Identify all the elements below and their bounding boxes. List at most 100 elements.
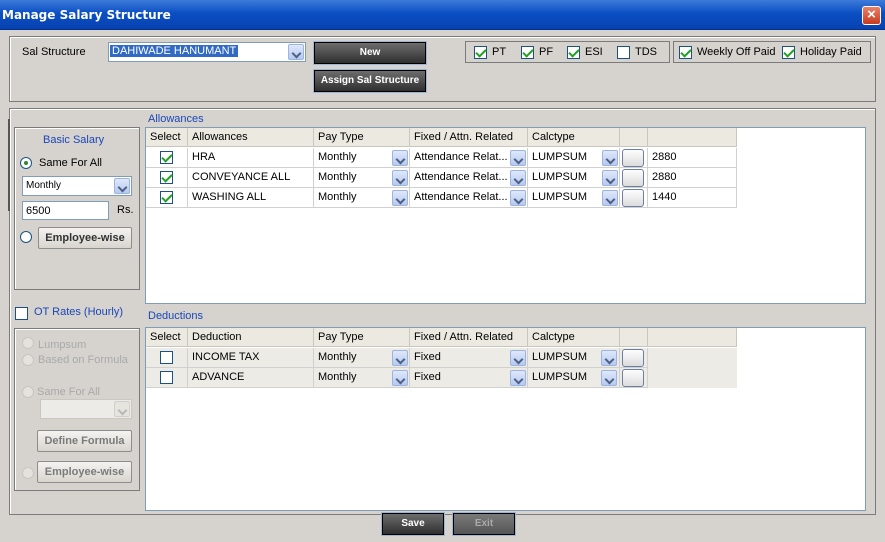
define-formula-button[interactable]: Define Formula: [37, 430, 132, 452]
esi-checkbox[interactable]: [567, 46, 580, 59]
basic-unit-label: Rs.: [117, 204, 134, 216]
chevron-down-icon[interactable]: [392, 150, 408, 166]
holiday-paid-checkbox[interactable]: [782, 46, 795, 59]
weekly-off-paid-checkbox[interactable]: [679, 46, 692, 59]
fixed-cell[interactable]: Fixed: [410, 368, 528, 388]
ot-employee-wise-radio[interactable]: [22, 467, 34, 479]
column-header: Allowances: [188, 128, 314, 147]
calc-cell[interactable]: LUMPSUM: [528, 188, 620, 208]
chevron-down-icon[interactable]: [602, 150, 618, 166]
basic-frequency-value: Monthly: [26, 180, 62, 191]
basic-employee-wise-button[interactable]: Employee-wise: [38, 227, 132, 249]
chevron-down-icon[interactable]: [392, 350, 408, 366]
calc-cell[interactable]: LUMPSUM: [528, 168, 620, 188]
fixed-value: Fixed: [414, 371, 441, 383]
tds-checkbox[interactable]: [617, 46, 630, 59]
assign-sal-structure-button[interactable]: Assign Sal Structure: [313, 69, 427, 93]
basic-amount-value: 6500: [26, 205, 51, 217]
pay-type-value: Monthly: [318, 351, 357, 363]
new-button[interactable]: New: [313, 41, 427, 65]
save-button[interactable]: Save: [381, 512, 445, 536]
ot-rates-checkbox[interactable]: [15, 307, 28, 320]
row-select-checkbox[interactable]: [160, 371, 173, 384]
column-header: Deduction: [188, 328, 314, 347]
chevron-down-icon[interactable]: [114, 401, 130, 417]
select-cell: [146, 188, 188, 208]
chevron-down-icon[interactable]: [114, 178, 130, 194]
ot-rates-label: OT Rates (Hourly): [34, 306, 124, 318]
deductions-title: Deductions: [148, 310, 204, 322]
sal-structure-value: DAHIWADE HANUMANT: [110, 45, 239, 57]
ot-same-for-all-radio[interactable]: [22, 386, 34, 398]
amount-cell[interactable]: 2880: [648, 168, 737, 188]
table-row[interactable]: CONVEYANCE ALL Monthly Attendance Relat.…: [146, 168, 737, 188]
chevron-down-icon[interactable]: [392, 170, 408, 186]
basic-employee-wise-radio[interactable]: [20, 231, 32, 243]
tds-label: TDS: [635, 46, 657, 58]
ot-employee-wise-button[interactable]: Employee-wise: [37, 461, 132, 483]
chevron-down-icon[interactable]: [602, 170, 618, 186]
chevron-down-icon[interactable]: [510, 350, 526, 366]
ot-lumpsum-radio[interactable]: [22, 337, 34, 349]
row-detail-button[interactable]: [622, 169, 644, 187]
holiday-paid-label: Holiday Paid: [800, 46, 862, 58]
row-detail-button[interactable]: [622, 369, 644, 387]
fixed-cell[interactable]: Attendance Relat...: [410, 148, 528, 168]
ot-value-select[interactable]: [40, 399, 132, 419]
fixed-cell[interactable]: Attendance Relat...: [410, 168, 528, 188]
sal-structure-select[interactable]: DAHIWADE HANUMANT: [108, 42, 306, 62]
chevron-down-icon[interactable]: [602, 190, 618, 206]
chevron-down-icon[interactable]: [392, 190, 408, 206]
row-detail-button[interactable]: [622, 149, 644, 167]
pay-type-cell[interactable]: Monthly: [314, 168, 410, 188]
chevron-down-icon[interactable]: [510, 170, 526, 186]
calc-cell[interactable]: LUMPSUM: [528, 148, 620, 168]
ot-formula-radio[interactable]: [22, 354, 34, 366]
row-select-checkbox[interactable]: [160, 191, 173, 204]
table-row[interactable]: WASHING ALL Monthly Attendance Relat... …: [146, 188, 737, 208]
chevron-down-icon[interactable]: [288, 44, 304, 60]
row-detail-button[interactable]: [622, 349, 644, 367]
pt-checkbox[interactable]: [474, 46, 487, 59]
basic-same-for-all-radio[interactable]: [20, 157, 32, 169]
column-header: Pay Type: [314, 328, 410, 347]
calc-value: LUMPSUM: [532, 171, 588, 183]
chevron-down-icon[interactable]: [392, 370, 408, 386]
amount-cell[interactable]: 2880: [648, 148, 737, 168]
pay-type-cell[interactable]: Monthly: [314, 188, 410, 208]
fixed-cell[interactable]: Fixed: [410, 348, 528, 368]
ot-formula-label: Based on Formula: [38, 354, 128, 366]
table-row[interactable]: ADVANCE Monthly Fixed LUMPSUM: [146, 368, 737, 388]
esi-label: ESI: [585, 46, 603, 58]
close-icon: ×: [867, 6, 876, 23]
allowance-name: CONVEYANCE ALL: [188, 168, 314, 188]
pay-type-cell[interactable]: Monthly: [314, 348, 410, 368]
exit-button[interactable]: Exit: [452, 512, 516, 536]
table-row[interactable]: INCOME TAX Monthly Fixed LUMPSUM: [146, 348, 737, 368]
chevron-down-icon[interactable]: [510, 150, 526, 166]
left-edge-marker: [8, 119, 10, 211]
fixed-cell[interactable]: Attendance Relat...: [410, 188, 528, 208]
basic-frequency-select[interactable]: Monthly: [22, 176, 132, 196]
chevron-down-icon[interactable]: [601, 370, 617, 386]
calc-cell[interactable]: LUMPSUM: [528, 348, 620, 368]
row-select-checkbox[interactable]: [160, 171, 173, 184]
chevron-down-icon[interactable]: [510, 190, 526, 206]
amount-cell[interactable]: 1440: [648, 188, 737, 208]
row-select-checkbox[interactable]: [160, 351, 173, 364]
row-detail-button[interactable]: [622, 189, 644, 207]
close-button[interactable]: ×: [862, 6, 881, 25]
row-select-checkbox[interactable]: [160, 151, 173, 164]
calc-value: LUMPSUM: [532, 151, 588, 163]
pay-type-cell[interactable]: Monthly: [314, 148, 410, 168]
pay-type-cell[interactable]: Monthly: [314, 368, 410, 388]
table-row[interactable]: HRA Monthly Attendance Relat... LUMPSUM …: [146, 148, 737, 168]
column-header: Fixed / Attn. Related: [410, 328, 528, 347]
deduction-name: INCOME TAX: [188, 348, 314, 368]
pt-label: PT: [492, 46, 507, 58]
basic-amount-input[interactable]: 6500: [22, 201, 109, 220]
calc-cell[interactable]: LUMPSUM: [528, 368, 620, 388]
chevron-down-icon[interactable]: [510, 370, 526, 386]
chevron-down-icon[interactable]: [601, 350, 617, 366]
pf-checkbox[interactable]: [521, 46, 534, 59]
